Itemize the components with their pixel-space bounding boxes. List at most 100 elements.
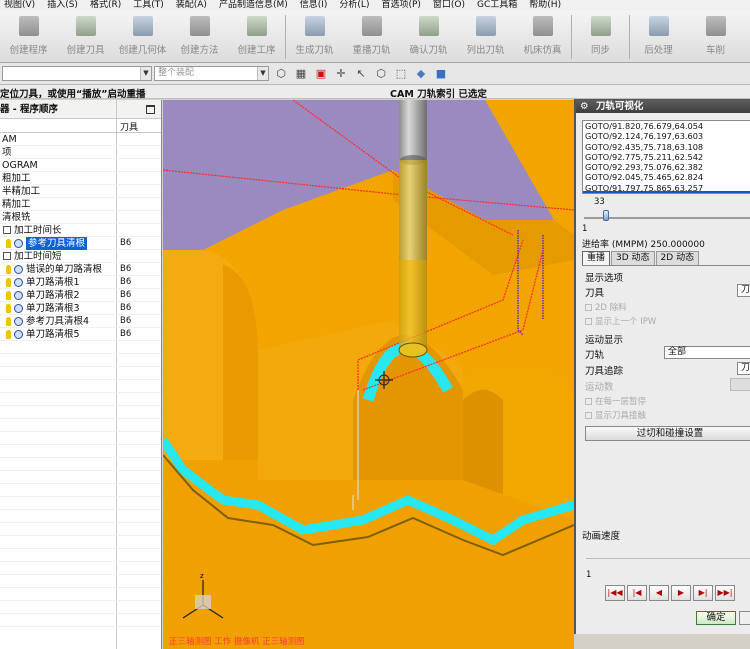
gear-icon[interactable]: ⚙ <box>580 100 589 113</box>
goto-list[interactable]: GOTO/91.820,76.679,64.054 GOTO/92.124,76.… <box>582 120 750 194</box>
maximize-icon[interactable] <box>146 105 155 114</box>
status-pin-icon <box>6 317 11 326</box>
graphics-viewport[interactable]: z 正三轴测图 工作 摄像机 正三轴测图 <box>163 100 574 649</box>
create-program-button[interactable]: 创建程序 <box>0 11 57 62</box>
toolbar-button-label: 创建刀具 <box>66 45 105 56</box>
postprocess-button[interactable]: 后处理 <box>630 11 687 62</box>
tool-trace-select[interactable]: 刀 <box>737 362 750 375</box>
goto-line[interactable]: GOTO/92.124,76.197,63.603 <box>583 131 750 141</box>
synchronize-button[interactable]: 同步 <box>572 11 629 62</box>
navigator-row[interactable]: 错误的单刀路清根 B6 <box>0 263 161 276</box>
box-select-icon[interactable]: ⬚ <box>393 66 409 82</box>
step-forward-icon[interactable]: ▶| <box>693 585 713 601</box>
menu-item[interactable]: 格式(R) <box>86 0 129 11</box>
navigator-row-tool: B6 <box>120 238 132 248</box>
filter-icon[interactable]: ▦ <box>293 66 309 82</box>
status-pin-icon <box>6 265 11 274</box>
dialog-title-bar[interactable]: ⚙ 刀轨可视化 <box>576 100 750 113</box>
check-show-contact[interactable]: 显示刀具接触 <box>585 409 646 421</box>
cube-view-icon[interactable]: ■ <box>433 66 449 82</box>
verify-toolpath-icon <box>418 16 439 36</box>
motion-slider[interactable]: 33 1 <box>582 197 750 234</box>
navigator-row[interactable]: 项 <box>0 146 161 159</box>
select-point-icon[interactable]: ▣ <box>313 66 329 82</box>
navigator-row[interactable]: OGRAM <box>0 159 161 172</box>
navigator-row[interactable]: 加工时间长 <box>0 224 161 237</box>
ok-button[interactable]: 确定 <box>696 611 736 625</box>
toolbar-button-label: 后处理 <box>644 45 673 56</box>
type-filter-dropdown[interactable]: ▼ <box>2 66 152 81</box>
motion-count-field[interactable] <box>730 378 750 391</box>
navigator-row[interactable]: AM <box>0 133 161 146</box>
navigator-row[interactable]: 单刀路清根2 B6 <box>0 289 161 302</box>
toolbar-button-label: 创建方法 <box>180 45 219 56</box>
machine-simulation-button[interactable]: 机床仿真 <box>514 11 571 62</box>
column-tool-header[interactable]: 刀具 <box>120 120 138 133</box>
arrow-cursor-icon[interactable]: ↖ <box>353 66 369 82</box>
create-geometry-button[interactable]: 创建几何体 <box>114 11 171 62</box>
rewind-to-start-icon[interactable]: |◀◀ <box>605 585 625 601</box>
replay-toolpath-button[interactable]: 重播刀轨 <box>343 11 400 62</box>
tab-1[interactable]: 3D 动态 <box>611 251 655 265</box>
menu-item[interactable]: GC工具箱 <box>473 0 525 11</box>
menu-item[interactable]: 产品制造信息(M) <box>215 0 296 11</box>
layer-icon[interactable]: ⬡ <box>273 66 289 82</box>
generate-toolpath-button[interactable]: 生成刀轨 <box>286 11 343 62</box>
list-toolpath-button[interactable]: 列出刀轨 <box>457 11 514 62</box>
gouge-collision-settings-button[interactable]: 过切和碰撞设置 <box>585 426 750 441</box>
list-toolpath-icon <box>475 16 496 36</box>
navigator-row[interactable]: 单刀路清根1 B6 <box>0 276 161 289</box>
shaded-view-icon[interactable]: ◆ <box>413 66 429 82</box>
goto-line[interactable]: GOTO/91.820,76.679,64.054 <box>583 121 750 131</box>
navigator-row[interactable]: 参考刀具清根 B6 <box>0 237 161 250</box>
navigator-row[interactable]: 单刀路清根5 B6 <box>0 328 161 341</box>
check-pause-each-layer[interactable]: 在每一层暂停 <box>585 395 646 407</box>
tool-display-select[interactable]: 刀 <box>737 284 750 297</box>
menu-bar: 视图(V) 插入(S) 格式(R) 工具(T) 装配(A) 产品制造信息(M) 信息(I) 分… <box>0 0 750 11</box>
step-back-icon[interactable]: |◀ <box>627 585 647 601</box>
toolpath-display-select[interactable]: 全部 <box>664 346 750 359</box>
create-method-button[interactable]: 创建方法 <box>171 11 228 62</box>
menu-item[interactable]: 首选项(P) <box>377 0 428 11</box>
menu-item[interactable]: 视图(V) <box>0 0 43 11</box>
tab-2[interactable]: 2D 动态 <box>655 251 700 265</box>
toolbar-button-label: 车削 <box>705 45 725 56</box>
navigator-row-tool: B6 <box>120 316 132 326</box>
animation-speed-track[interactable] <box>586 558 750 559</box>
goto-line[interactable]: GOTO/92.293,75.076,62.382 <box>583 162 750 172</box>
navigator-row[interactable]: 单刀路清根3 B6 <box>0 302 161 315</box>
menu-item[interactable]: 装配(A) <box>172 0 215 11</box>
navigator-row[interactable]: 粗加工 <box>0 172 161 185</box>
fast-forward-to-end-icon[interactable]: ▶▶| <box>715 585 735 601</box>
slider-thumb[interactable] <box>603 210 609 221</box>
navigator-row[interactable]: 参考刀具清根4 B6 <box>0 315 161 328</box>
navigator-title: 器 - 程序顺序 <box>0 104 59 115</box>
tab-0[interactable]: 重播 <box>582 251 611 265</box>
goto-line[interactable]: GOTO/92.775,75.211,62.542 <box>583 152 750 162</box>
navigator-row[interactable]: 清根铣 <box>0 211 161 224</box>
apply-button[interactable] <box>739 611 750 625</box>
create-operation-button[interactable]: 创建工序 <box>228 11 285 62</box>
verify-toolpath-button[interactable]: 确认刀轨 <box>400 11 457 62</box>
navigator-row[interactable]: 加工时间短 <box>0 250 161 263</box>
navigator-row[interactable]: 半精加工 <box>0 185 161 198</box>
snap-icon[interactable]: ✛ <box>333 66 349 82</box>
check-prev-ipw[interactable]: 显示上一个 IPW <box>585 315 656 327</box>
play-forward-icon[interactable]: ▶ <box>671 585 691 601</box>
turning-button[interactable]: 车削 <box>687 11 744 62</box>
create-tool-button[interactable]: 创建刀具 <box>57 11 114 62</box>
navigator-row[interactable]: 精加工 <box>0 198 161 211</box>
menu-item[interactable]: 分析(L) <box>335 0 377 11</box>
goto-line[interactable]: GOTO/92.435,75.718,63.108 <box>583 142 750 152</box>
assembly-filter-dropdown[interactable]: 整个装配 ▼ <box>154 66 269 81</box>
menu-item[interactable]: 窗口(O) <box>429 0 473 11</box>
play-reverse-icon[interactable]: ◀ <box>649 585 669 601</box>
hexagon-icon[interactable]: ⬡ <box>373 66 389 82</box>
menu-item[interactable]: 帮助(H) <box>525 0 569 11</box>
menu-item[interactable]: 插入(S) <box>43 0 86 11</box>
menu-item[interactable]: 工具(T) <box>129 0 172 11</box>
goto-line[interactable]: GOTO/92.045,75.465,62.824 <box>583 172 750 182</box>
check-2d-removal[interactable]: 2D 除料 <box>585 301 627 313</box>
menu-item[interactable]: 信息(I) <box>296 0 336 11</box>
goto-line[interactable]: GOTO/91.797,75.865,63.257 <box>583 183 750 193</box>
